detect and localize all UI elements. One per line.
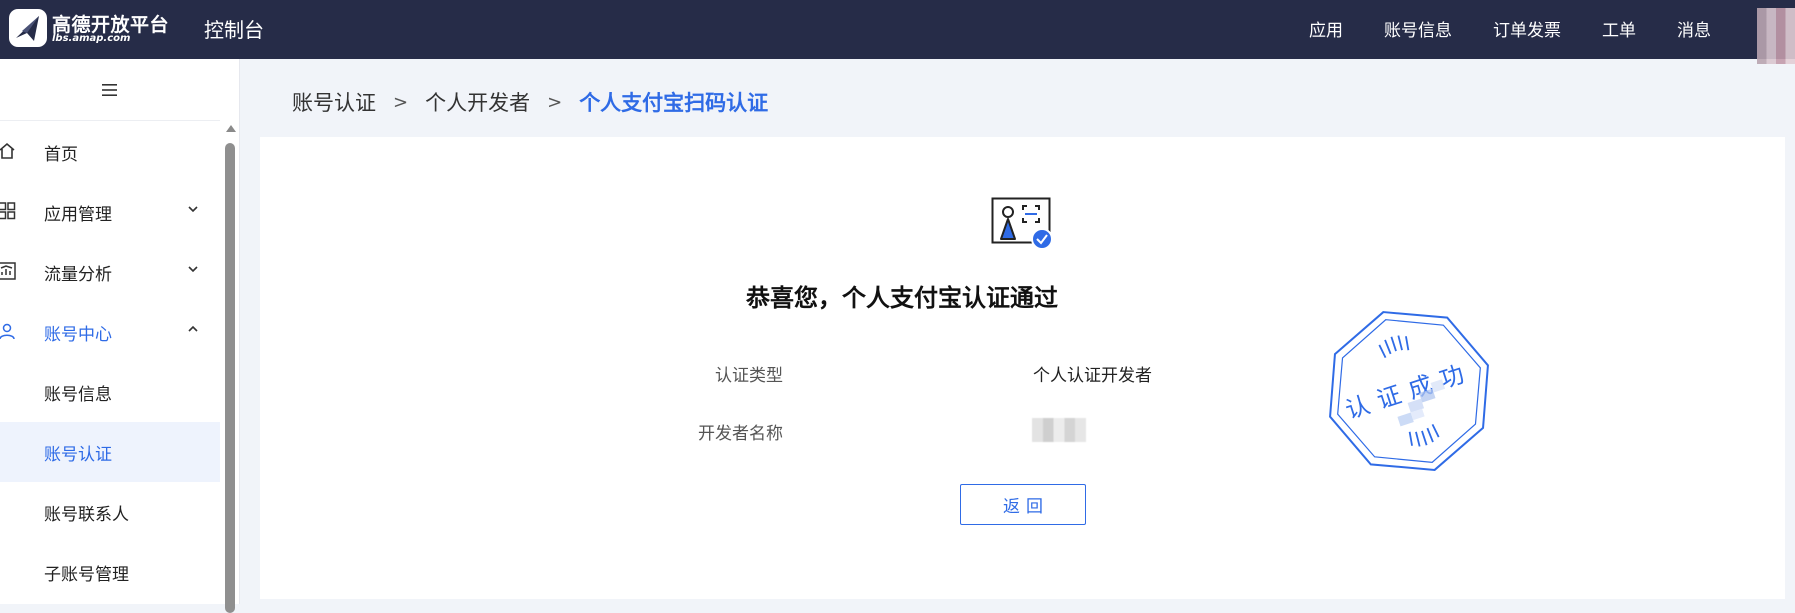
- nav-tickets[interactable]: 工单: [1602, 16, 1636, 41]
- sidebar-subitem-account-info[interactable]: 账号信息: [0, 362, 220, 422]
- sidebar-item-label: 流量分析: [44, 264, 112, 285]
- sidebar-item-account-center[interactable]: 账号中心: [0, 302, 220, 362]
- chevron-down-icon: [188, 206, 198, 213]
- nav-apps[interactable]: 应用: [1309, 16, 1343, 41]
- id-verification-icon: [991, 197, 1053, 250]
- breadcrumb-item-account-verification[interactable]: 账号认证: [292, 87, 376, 117]
- developer-name-redacted: [1032, 418, 1086, 442]
- chevron-down-icon: [188, 266, 198, 273]
- nav-orders-invoices[interactable]: 订单发票: [1493, 16, 1561, 41]
- sidebar-item-label: 账号中心: [44, 324, 112, 345]
- breadcrumb-item-individual-developer[interactable]: 个人开发者: [425, 87, 530, 117]
- logo-url: lbs.amap.com: [52, 33, 131, 44]
- verification-success-stamp: 认证成功: [1329, 311, 1489, 471]
- sidebar-item-label: 应用管理: [44, 204, 112, 225]
- sidebar-subitem-account-contacts[interactable]: 账号联系人: [0, 482, 220, 542]
- user-icon: [0, 323, 15, 340]
- top-bar: 高德开放平台 lbs.amap.com 控制台 应用 账号信息 订单发票 工单 …: [0, 0, 1795, 64]
- sidebar-subitem-label: 账号联系人: [44, 504, 129, 525]
- sidebar-item-label: 首页: [44, 144, 78, 165]
- breadcrumb-separator: >: [393, 91, 409, 113]
- chart-icon: [0, 262, 16, 280]
- hamburger-icon: [102, 83, 117, 96]
- info-value: 个人认证开发者: [1033, 366, 1152, 386]
- breadcrumb: 账号认证 > 个人开发者 > 个人支付宝扫码认证: [292, 87, 768, 117]
- sidebar-item-traffic-analysis[interactable]: 流量分析: [0, 242, 220, 302]
- scroll-up-arrow-icon[interactable]: [226, 125, 236, 132]
- top-nav: 应用 账号信息 订单发票 工单 消息: [1268, 16, 1711, 41]
- sidebar-item-app-management[interactable]: 应用管理: [0, 182, 220, 242]
- sidebar-subitem-account-verification[interactable]: 账号认证: [0, 422, 220, 482]
- info-label: 开发者名称: [698, 424, 783, 444]
- sidebar-subitem-label: 账号认证: [44, 444, 112, 465]
- sidebar-subitem-sub-account-management[interactable]: 子账号管理: [0, 542, 220, 602]
- nav-messages[interactable]: 消息: [1677, 16, 1711, 41]
- result-card: 恭喜您，个人支付宝认证通过 认证类型 个人认证开发者 开发者名称 返回 认证成功: [260, 137, 1785, 599]
- avatar[interactable]: [1757, 8, 1795, 64]
- sidebar-item-home[interactable]: 首页: [0, 122, 220, 182]
- sidebar: 首页 应用管理 流量分析 账号中心 账号信息 账号认证 账号联系人 子账号管理: [0, 59, 240, 613]
- paper-plane-logo-icon: [9, 9, 47, 47]
- menu-toggle-button[interactable]: [0, 59, 220, 121]
- chevron-up-icon: [188, 325, 198, 332]
- home-icon: [0, 142, 15, 159]
- breadcrumb-separator: >: [547, 91, 563, 113]
- sidebar-scrollbar[interactable]: [224, 123, 236, 613]
- console-title[interactable]: 控制台: [204, 14, 264, 43]
- sidebar-subitem-label: 子账号管理: [44, 564, 129, 585]
- info-label: 认证类型: [715, 366, 783, 386]
- nav-account-info[interactable]: 账号信息: [1384, 16, 1452, 41]
- scrollbar-thumb[interactable]: [225, 143, 235, 613]
- breadcrumb-item-current: 个人支付宝扫码认证: [579, 91, 769, 115]
- logo[interactable]: 高德开放平台 lbs.amap.com: [8, 6, 169, 50]
- grid-icon: [0, 202, 16, 220]
- sidebar-subitem-label: 账号信息: [44, 384, 112, 405]
- back-button[interactable]: 返回: [960, 484, 1086, 525]
